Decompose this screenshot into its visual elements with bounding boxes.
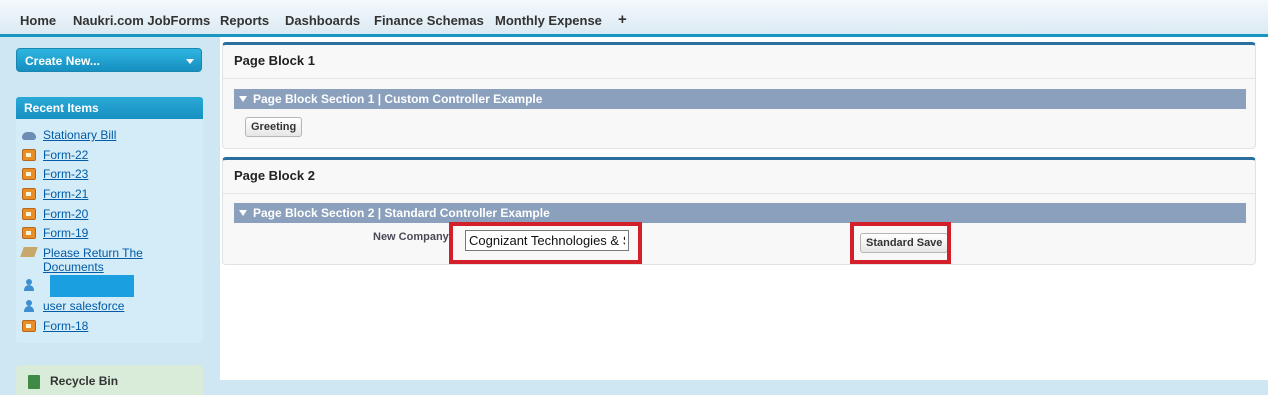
highlight-box-input <box>449 222 642 264</box>
greeting-button[interactable]: Greeting <box>245 117 303 137</box>
recent-item-link[interactable]: Form-20 <box>43 207 88 221</box>
add-tab-icon[interactable]: + <box>618 11 627 28</box>
document-icon <box>20 247 38 257</box>
page-block-section-2[interactable]: Page Block Section 2 | Standard Controll… <box>234 203 1246 223</box>
main-content: Page Block 1 Page Block Section 1 | Cust… <box>220 37 1268 380</box>
recent-item-link[interactable]: Please Return The <box>43 246 143 260</box>
divider <box>223 193 1255 194</box>
user-icon <box>24 279 34 291</box>
recycle-bin-label: Recycle Bin <box>50 374 119 388</box>
tab-bar: Home Naukri.com JobForms Reports Dashboa… <box>0 0 1268 37</box>
recent-item-link-line2[interactable]: Documents <box>43 260 104 274</box>
triangle-down-icon[interactable] <box>239 96 247 102</box>
tab-monthly-expense[interactable]: Monthly Expense <box>495 13 602 28</box>
page-block-section-1[interactable]: Page Block Section 1 | Custom Controller… <box>234 89 1246 109</box>
page-block-2-title: Page Block 2 <box>234 168 315 183</box>
form-icon <box>22 149 36 161</box>
recent-item-link[interactable]: Form-21 <box>43 187 88 201</box>
car-icon <box>22 132 36 140</box>
tab-home[interactable]: Home <box>20 13 56 28</box>
create-new-label: Create New... <box>25 54 100 68</box>
chevron-down-icon <box>186 59 194 64</box>
recent-items-list: Stationary Bill Form-22 Form-23 Form-21 … <box>16 119 203 343</box>
tab-naukri-jobforms[interactable]: Naukri.com JobForms <box>73 13 210 28</box>
page-block-1-title: Page Block 1 <box>234 53 315 68</box>
form-icon <box>22 320 36 332</box>
section-2-title: Page Block Section 2 | Standard Controll… <box>253 206 550 220</box>
create-new-button[interactable]: Create New... <box>16 48 202 72</box>
recent-items-header: Recent Items <box>16 97 203 119</box>
recent-item-link[interactable]: Form-19 <box>43 226 88 240</box>
tab-dashboards[interactable]: Dashboards <box>285 13 360 28</box>
recent-item-link[interactable]: Stationary Bill <box>43 128 116 142</box>
form-icon <box>22 208 36 220</box>
form-icon <box>22 188 36 200</box>
recent-item-link[interactable]: Form-23 <box>43 167 88 181</box>
tab-finance-schemas[interactable]: Finance Schemas <box>374 13 484 28</box>
form-icon <box>22 168 36 180</box>
page-block-2: Page Block 2 Page Block Section 2 | Stan… <box>222 157 1256 265</box>
tab-reports[interactable]: Reports <box>220 13 269 28</box>
triangle-down-icon[interactable] <box>239 210 247 216</box>
new-company-label: New Company: <box>373 231 453 243</box>
recent-item-link[interactable]: Form-22 <box>43 148 88 162</box>
recycle-bin-icon <box>28 375 40 389</box>
redacted-name <box>50 275 134 297</box>
recent-item-link[interactable]: user salesforce <box>43 299 124 313</box>
page-block-1: Page Block 1 Page Block Section 1 | Cust… <box>222 42 1256 149</box>
divider <box>223 78 1255 79</box>
section-1-title: Page Block Section 1 | Custom Controller… <box>253 92 543 106</box>
recent-item-link[interactable]: Form-18 <box>43 319 88 333</box>
highlight-box-save <box>850 222 951 264</box>
sidebar: Create New... Recent Items Stationary Bi… <box>10 40 210 395</box>
user-icon <box>24 300 34 312</box>
form-icon <box>22 227 36 239</box>
recycle-bin[interactable]: Recycle Bin <box>16 365 203 395</box>
